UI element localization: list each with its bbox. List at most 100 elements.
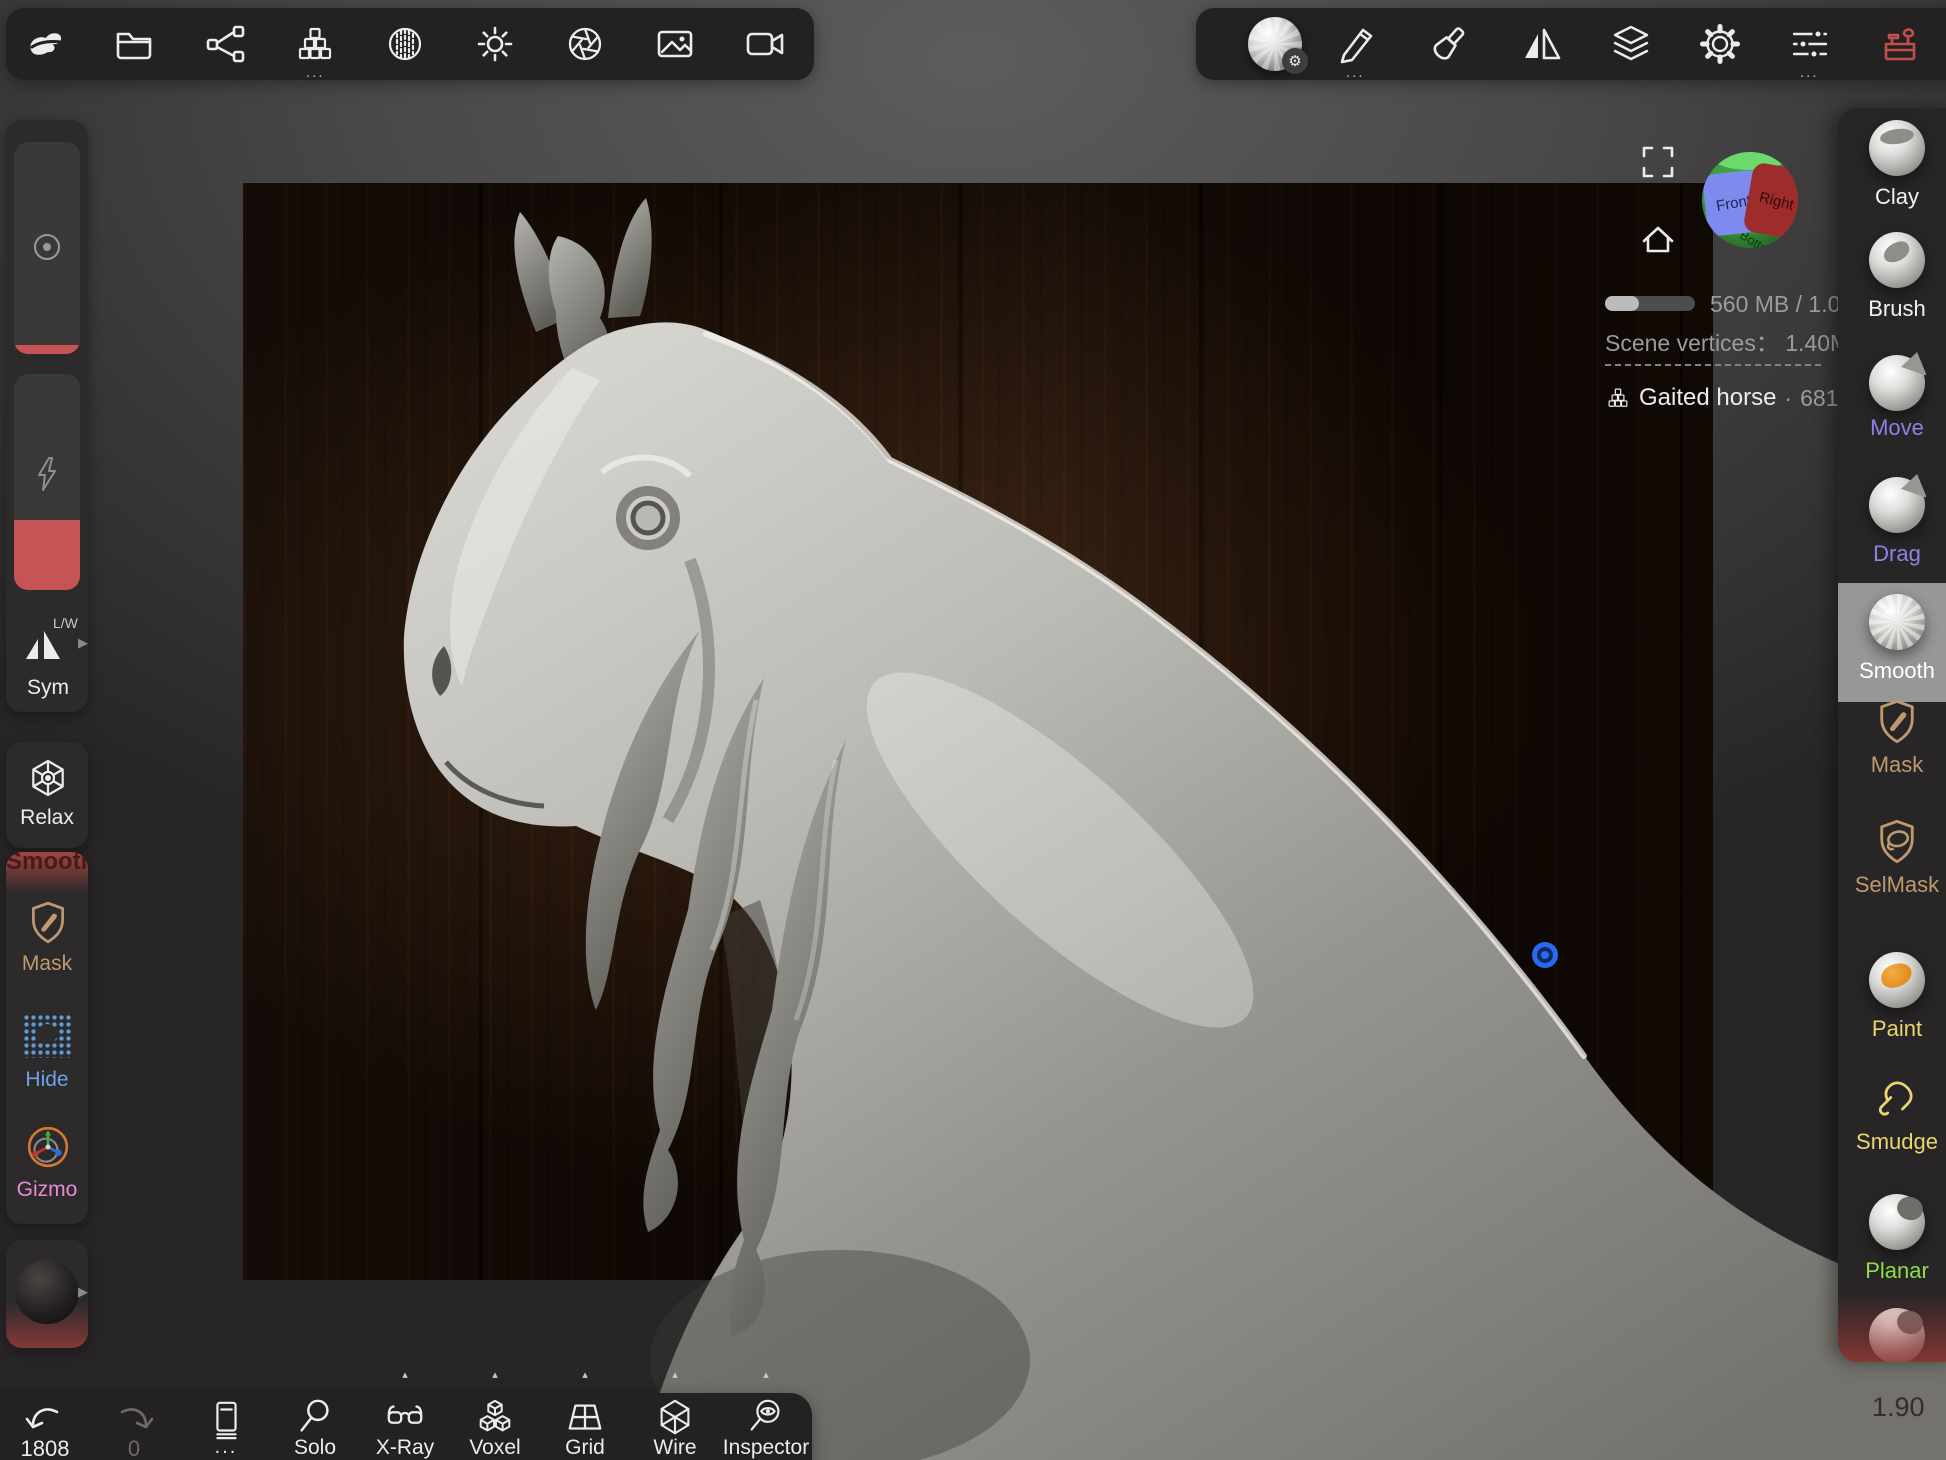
voxel-label: Voxel [469,1436,520,1460]
tool-mask[interactable]: Mask [1838,696,1946,778]
xray-button[interactable] [383,1396,427,1440]
app-logo-button[interactable] [23,22,67,66]
redo-count: 0 [128,1436,140,1460]
brush-cursor-dot [1532,942,1558,968]
sym-button[interactable] [6,600,88,712]
share-nodes-icon [204,22,248,66]
selmask-label: SelMask [1838,872,1946,898]
inspector-button[interactable] [744,1396,788,1440]
object-separator: · [1784,385,1792,412]
scene-button[interactable] [293,22,337,66]
hide-button[interactable]: Hide [6,1010,88,1114]
planar-sphere-icon [1869,1194,1925,1250]
tool-paint[interactable]: Paint [1838,952,1946,1042]
paint-settings-button[interactable] [1426,22,1470,66]
voxel-expand-caret[interactable]: ▴ [492,1368,498,1381]
voxel-button[interactable] [473,1396,517,1440]
files-button[interactable] [112,22,156,66]
scene-object-icon [1605,385,1631,411]
xray-label: X-Ray [376,1436,434,1460]
pencil-overflow-dots: ... [1346,70,1365,76]
home-view-button[interactable] [1636,218,1680,262]
wire-expand-caret[interactable]: ▴ [672,1368,678,1381]
sliders-overflow-dots: ... [1800,70,1819,76]
stats-divider [1605,364,1821,366]
tool-smooth[interactable]: Smooth [1838,594,1946,684]
clay-sphere-icon [1869,120,1925,176]
drag-sphere-icon [1869,477,1925,533]
xray-glasses-icon [383,1397,427,1439]
ghost-smooth-label: Smooth [6,852,88,876]
inspector-expand-caret[interactable]: ▴ [763,1368,769,1381]
drag-label: Drag [1838,541,1946,567]
sidebar-bottom-fade [1838,1292,1946,1362]
tool-sidebar: Clay Brush Move Drag Smooth Mask SelMask [1838,108,1946,1362]
tool-clay[interactable]: Clay [1838,120,1946,210]
orientation-sphere[interactable]: Bottom Front Right [1702,152,1798,248]
material-expand-caret[interactable]: ▶ [78,1284,88,1300]
material-settings-gear-icon[interactable]: ⚙ [1282,48,1308,74]
clay-label: Clay [1838,184,1946,210]
move-label: Move [1838,415,1946,441]
grid-plane-icon [563,1397,607,1439]
interface-sliders-button[interactable] [1788,22,1832,66]
tool-drag[interactable]: Drag [1838,477,1946,567]
export-share-button[interactable] [204,22,248,66]
lighting-button[interactable] [473,22,517,66]
wire-button[interactable] [653,1396,697,1440]
memory-progressbar [1605,296,1695,311]
scene-overflow-dots: ... [306,70,325,76]
intensity-slider-fill [14,520,80,590]
mask-label: Mask [22,952,72,976]
tool-selmask[interactable]: SelMask [1838,816,1946,898]
layers-button[interactable] [1609,22,1653,66]
tool-planar[interactable]: Planar [1838,1194,1946,1284]
smooth-label: Smooth [1838,658,1946,684]
turntable-video-button[interactable] [743,22,787,66]
tool-brush[interactable]: Brush [1838,232,1946,322]
settings-button[interactable] [1698,22,1742,66]
layers-icon [1609,22,1653,66]
lightning-icon [31,456,63,492]
xray-expand-caret[interactable]: ▴ [402,1368,408,1381]
zoom-level: 1.90 [1872,1392,1925,1423]
symmetry-button[interactable] [1519,22,1563,66]
intensity-slider[interactable] [14,374,80,590]
scene-vertices: Scene vertices： 1.40M [1605,324,1849,358]
gizmo-icon [25,1124,71,1170]
paint-sphere-icon [1869,952,1925,1008]
app-window: Bottom Front Right 560 MB / 1.09 G Scene… [0,0,1946,1460]
undo-count: 1808 [21,1436,70,1460]
sliders-icon [1788,22,1832,66]
scene-object-row[interactable]: Gaited horse · 681k [1605,384,1850,412]
mask-button[interactable]: Mask [6,896,88,1006]
tool-smudge[interactable]: Smudge [1838,1075,1946,1155]
grid-button[interactable] [563,1396,607,1440]
orientation-right-label: Right [1758,189,1796,214]
fullscreen-button[interactable] [1636,140,1680,184]
solo-button[interactable] [293,1396,337,1440]
tool-move[interactable]: Move [1838,355,1946,441]
mask-tool-label: Mask [1838,752,1946,778]
stroke-pencil-button[interactable] [1334,22,1378,66]
selmask-shield-icon [1873,816,1921,866]
grid-expand-caret[interactable]: ▴ [582,1368,588,1381]
topology-button[interactable] [383,22,427,66]
radius-slider[interactable] [14,142,80,354]
material-sphere-panel[interactable]: ▶ [6,1240,88,1348]
voxel-cubes-icon [473,1397,517,1439]
relax-button[interactable]: Relax [6,742,88,848]
toolbox-button[interactable] [1878,22,1922,66]
bottom-toolbar: 1808 0 ... Solo X-Ray Voxel Grid Wire In… [0,1393,812,1460]
radius-slider-fill [14,345,80,354]
radius-icon [34,234,60,260]
planar-label: Planar [1838,1258,1946,1284]
wire-label: Wire [653,1436,696,1460]
gizmo-button[interactable]: Gizmo [6,1120,88,1224]
background-image-button[interactable] [653,22,697,66]
mask-shield-icon [1873,696,1921,746]
postprocess-button[interactable] [563,22,607,66]
paint-label: Paint [1838,1016,1946,1042]
material-preview-sphere[interactable] [15,1260,79,1324]
paint-brush-icon [1426,22,1470,66]
